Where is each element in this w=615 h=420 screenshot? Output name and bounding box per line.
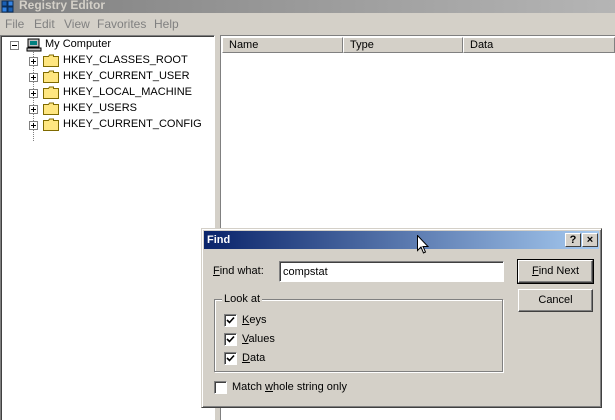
find-dialog-title-bar[interactable]: Find ? × <box>204 231 599 249</box>
find-dialog: Find ? × Find what: compstat Find Next C… <box>201 228 602 408</box>
menu-bar: File Edit View Favorites Help <box>0 14 615 33</box>
find-what-label: Find what: <box>213 265 264 277</box>
tree-node-hkey-current-config[interactable]: HKEY_CURRENT_CONFIG <box>1 117 211 133</box>
data-label: Data <box>242 352 266 364</box>
keys-checkbox[interactable] <box>224 314 237 327</box>
expand-icon[interactable] <box>29 105 38 114</box>
folder-icon <box>43 118 59 131</box>
expand-icon[interactable] <box>29 73 38 82</box>
tree-node-label: HKEY_CURRENT_USER <box>63 70 190 82</box>
key-tree-pane[interactable]: My Computer HKEY_CLASSES_ROOT HKEY_CURRE… <box>0 35 215 420</box>
menu-favorites[interactable]: Favorites <box>97 17 146 31</box>
expand-icon[interactable] <box>29 121 38 130</box>
tree-node-label: HKEY_CURRENT_CONFIG <box>63 118 202 130</box>
column-header-data[interactable]: Data <box>463 37 615 53</box>
tree-node-hkey-users[interactable]: HKEY_USERS <box>1 101 211 117</box>
folder-icon <box>43 54 59 67</box>
look-at-group: Look at Keys Values Data <box>214 293 503 372</box>
window-title: Registry Editor <box>19 0 106 12</box>
find-next-button[interactable]: Find Next <box>517 259 594 284</box>
folder-icon <box>43 70 59 83</box>
expand-icon[interactable] <box>29 57 38 66</box>
registry-editor-icon <box>1 0 15 13</box>
tree-node-my-computer[interactable]: My Computer <box>9 37 209 53</box>
close-button[interactable]: × <box>582 233 598 247</box>
column-header-type[interactable]: Type <box>343 37 463 53</box>
folder-icon <box>43 86 59 99</box>
keys-label: Keys <box>242 314 267 326</box>
menu-view[interactable]: View <box>64 17 90 31</box>
menu-help[interactable]: Help <box>154 17 179 31</box>
tree-node-label: HKEY_CLASSES_ROOT <box>63 54 188 66</box>
tree-node-label: My Computer <box>45 38 112 50</box>
menu-file[interactable]: File <box>5 17 24 31</box>
match-whole-string-checkbox[interactable] <box>214 381 227 394</box>
expand-icon[interactable] <box>29 89 38 98</box>
tree-node-hkey-current-user[interactable]: HKEY_CURRENT_USER <box>1 69 211 85</box>
tree-node-label: HKEY_USERS <box>63 102 137 114</box>
help-button[interactable]: ? <box>565 233 581 247</box>
data-checkbox[interactable] <box>224 352 237 365</box>
tree-node-hkey-classes-root[interactable]: HKEY_CLASSES_ROOT <box>1 53 211 69</box>
values-checkbox[interactable] <box>224 333 237 346</box>
computer-icon <box>26 38 42 52</box>
find-dialog-title: Find <box>207 234 231 246</box>
column-header-name[interactable]: Name <box>222 37 343 53</box>
collapse-icon[interactable] <box>10 41 19 50</box>
menu-edit[interactable]: Edit <box>34 17 55 31</box>
match-whole-string-label: Match whole string only <box>232 381 347 393</box>
tree-node-hkey-local-machine[interactable]: HKEY_LOCAL_MACHINE <box>1 85 211 101</box>
look-at-label: Look at <box>222 293 263 305</box>
mouse-cursor <box>417 234 430 255</box>
find-what-input[interactable]: compstat <box>279 261 504 282</box>
values-label: Values <box>242 333 275 345</box>
cancel-button[interactable]: Cancel <box>518 289 593 312</box>
folder-icon <box>43 102 59 115</box>
window-title-bar[interactable]: Registry Editor <box>0 0 615 13</box>
tree-node-label: HKEY_LOCAL_MACHINE <box>63 86 192 98</box>
